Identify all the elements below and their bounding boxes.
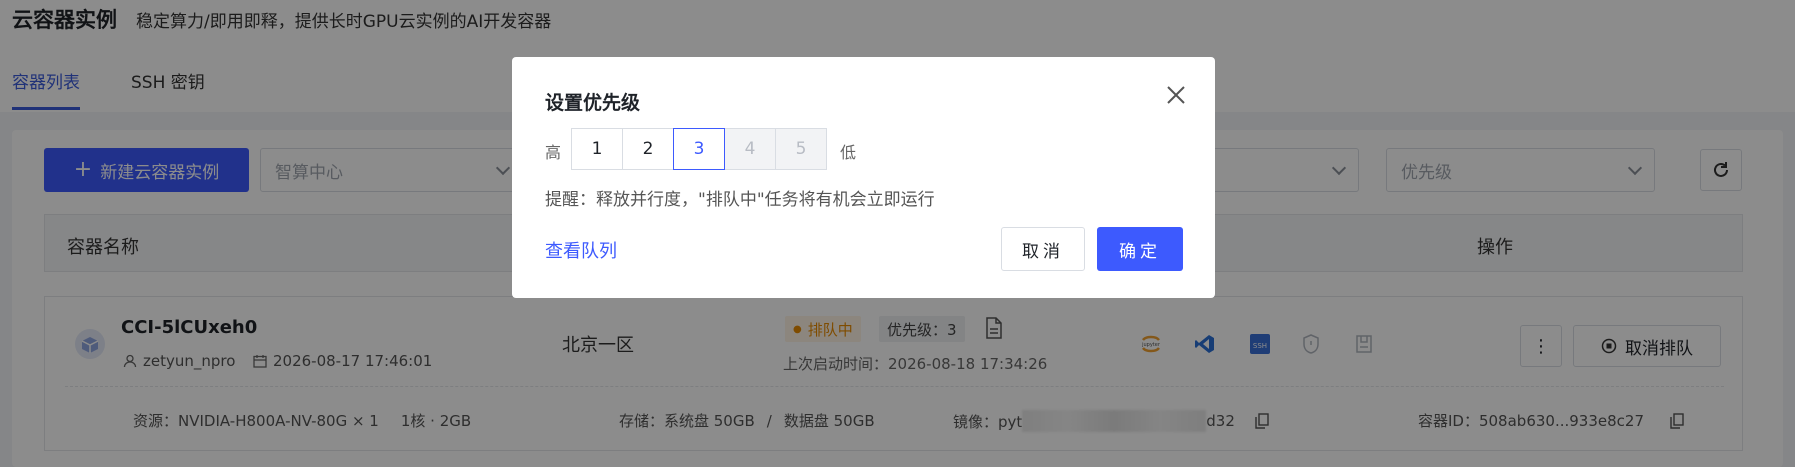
view-queue-link[interactable]: 查看队列 <box>545 237 617 263</box>
priority-option-4: 4 <box>724 128 776 170</box>
cancel-button[interactable]: 取消 <box>1001 227 1085 271</box>
priority-high-label: 高 <box>545 143 562 162</box>
dialog-tip: 提醒：释放并行度，"排队中"任务将有机会立即运行 <box>545 190 935 210</box>
priority-option-5: 5 <box>775 128 827 170</box>
priority-option-2[interactable]: 2 <box>622 128 674 170</box>
confirm-button[interactable]: 确定 <box>1097 227 1183 271</box>
priority-low-label: 低 <box>840 143 857 162</box>
dialog-title: 设置优先级 <box>545 92 641 114</box>
priority-option-3[interactable]: 3 <box>673 128 725 170</box>
close-icon[interactable] <box>1165 84 1187 106</box>
priority-dialog: 设置优先级 高 1 2 3 4 5 低 提醒：释放并行度，"排队中"任务将有机会… <box>512 57 1215 298</box>
priority-option-1[interactable]: 1 <box>571 128 623 170</box>
